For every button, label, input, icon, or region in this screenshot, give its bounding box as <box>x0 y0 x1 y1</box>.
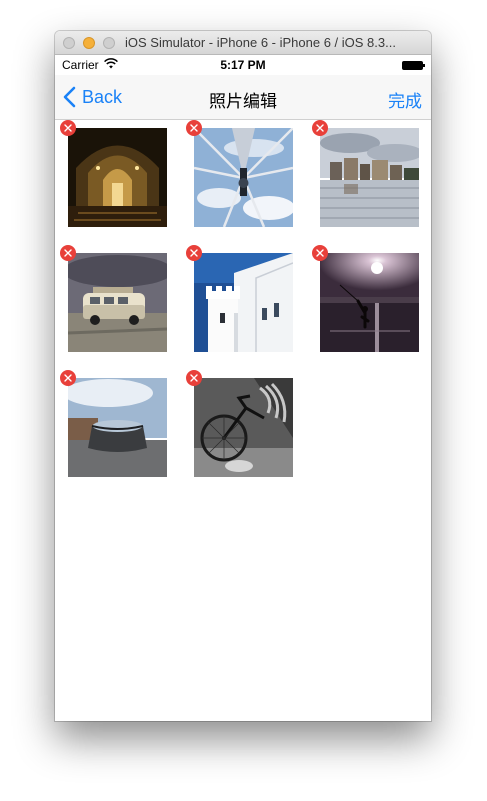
photo-thumbnail[interactable] <box>320 128 419 227</box>
navigation-bar: Back 照片编辑 完成 <box>55 75 431 120</box>
zoom-window-button[interactable] <box>103 37 115 49</box>
delete-photo-button[interactable] <box>312 245 328 261</box>
window-title: iOS Simulator - iPhone 6 - iPhone 6 / iO… <box>125 35 396 50</box>
delete-photo-button[interactable] <box>312 120 328 136</box>
photo-thumbnail[interactable] <box>68 253 167 352</box>
page-title: 照片编辑 <box>209 92 277 112</box>
delete-photo-button[interactable] <box>186 245 202 261</box>
close-icon <box>190 249 198 257</box>
photo-thumbnail[interactable] <box>194 378 293 477</box>
close-icon <box>316 249 324 257</box>
delete-photo-button[interactable] <box>186 120 202 136</box>
window-titlebar: iOS Simulator - iPhone 6 - iPhone 6 / iO… <box>55 31 431 55</box>
photo-cell <box>60 120 167 227</box>
simulator-window: iOS Simulator - iPhone 6 - iPhone 6 / iO… <box>55 31 431 721</box>
photo-cell <box>60 370 167 477</box>
close-icon <box>316 124 324 132</box>
battery-icon <box>402 61 425 70</box>
photo-thumbnail[interactable] <box>194 253 293 352</box>
status-bar: Carrier 5:17 PM <box>55 55 431 75</box>
photo-thumbnail[interactable] <box>194 128 293 227</box>
photo-cell <box>312 120 419 227</box>
delete-photo-button[interactable] <box>60 370 76 386</box>
delete-photo-button[interactable] <box>60 245 76 261</box>
close-icon <box>64 249 72 257</box>
photo-thumbnail[interactable] <box>68 128 167 227</box>
done-button[interactable]: 完成 <box>388 87 422 112</box>
photo-thumbnail[interactable] <box>320 253 419 352</box>
photo-thumbnail[interactable] <box>68 378 167 477</box>
close-icon <box>64 374 72 382</box>
photo-cell <box>186 120 293 227</box>
status-time: 5:17 PM <box>220 58 266 72</box>
close-icon <box>190 124 198 132</box>
minimize-window-button[interactable] <box>83 37 95 49</box>
photo-cell <box>186 370 293 477</box>
close-icon <box>190 374 198 382</box>
delete-photo-button[interactable] <box>186 370 202 386</box>
close-icon <box>64 124 72 132</box>
photo-cell <box>186 245 293 352</box>
photo-cell <box>312 245 419 352</box>
delete-photo-button[interactable] <box>60 120 76 136</box>
close-window-button[interactable] <box>63 37 75 49</box>
photo-cell <box>60 245 167 352</box>
